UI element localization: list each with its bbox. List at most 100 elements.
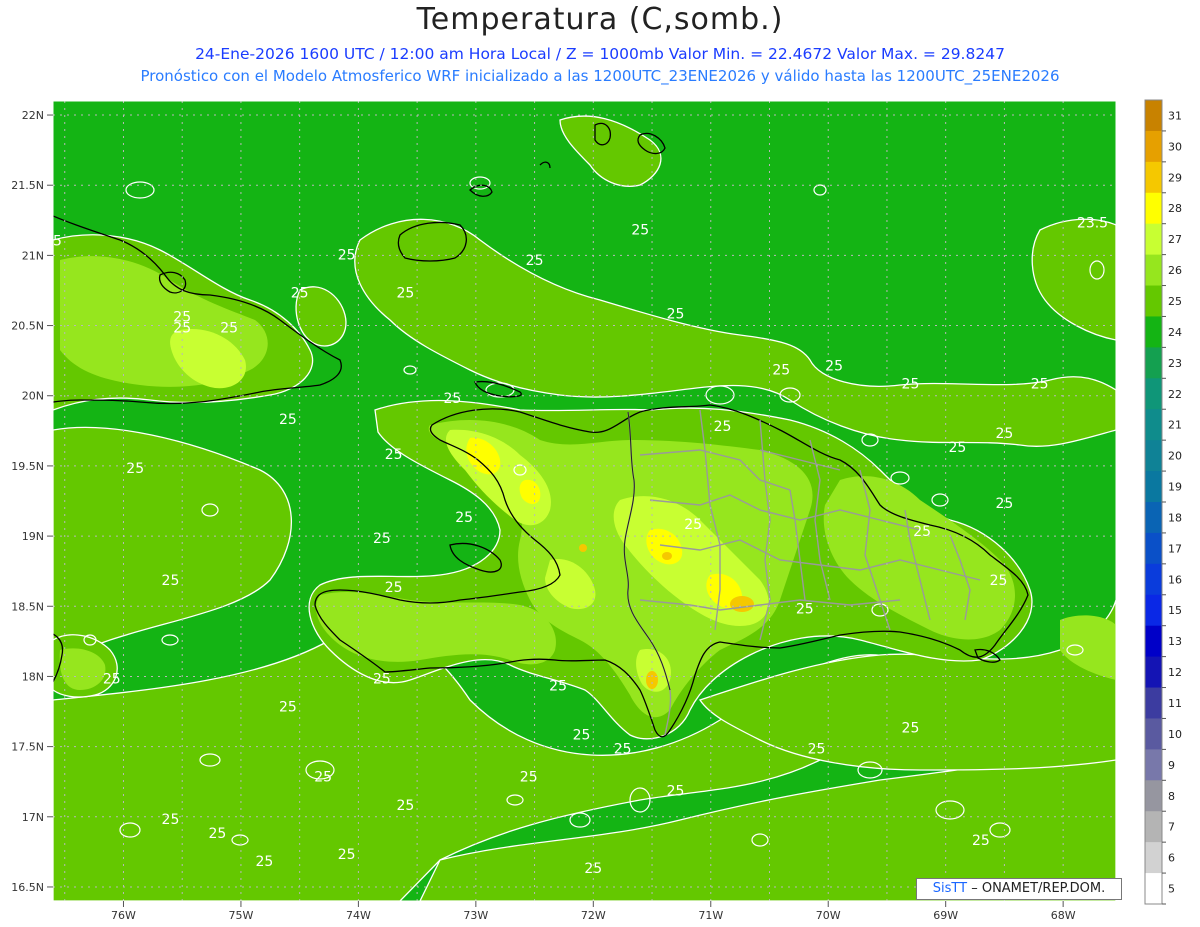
- contour-label: 25: [338, 248, 356, 264]
- contour-label: 25: [443, 391, 461, 407]
- lon-tick-label: 75W: [228, 909, 253, 922]
- credit-org: – ONAMET/REP.DOM.: [971, 881, 1106, 896]
- lon-tick-label: 70W: [816, 909, 841, 922]
- colorbar-swatch: [1145, 316, 1162, 348]
- colorbar-swatch: [1145, 749, 1162, 781]
- lat-tick-label: 18.5N: [11, 600, 44, 613]
- colorbar-label: 15: [1168, 604, 1182, 617]
- colorbar-label: 6: [1168, 852, 1175, 865]
- colorbar-swatch: [1145, 656, 1162, 689]
- colorbar-swatch: [1145, 780, 1162, 812]
- colorbar-swatch: [1145, 842, 1162, 874]
- lon-tick-label: 73W: [463, 909, 488, 922]
- colorbar-label: 27: [1168, 233, 1182, 246]
- contour-label: 25: [385, 580, 403, 596]
- colorbar-swatch: [1145, 347, 1162, 379]
- colorbar-swatch: [1145, 563, 1162, 596]
- colorbar-swatch: [1145, 594, 1162, 627]
- contour-label: 25: [631, 222, 649, 238]
- longitude-axis: 76W 75W 74W 73W 72W 71W 70W 69W 68W: [111, 901, 1076, 922]
- contour-label: 25: [173, 321, 191, 337]
- contour-label: 25: [373, 531, 391, 547]
- contour-label: 25: [396, 798, 414, 814]
- contour-label: 25: [1031, 377, 1049, 393]
- colorbar-label: 21: [1168, 419, 1182, 432]
- contour-label: 25: [396, 285, 414, 301]
- colorbar-label: 30: [1168, 140, 1182, 153]
- contour-label: 25: [103, 671, 121, 687]
- contour-label: 25: [667, 784, 685, 800]
- model-info-line: Pronóstico con el Modelo Atmosferico WRF…: [140, 67, 1060, 85]
- contour-label: 25: [373, 671, 391, 687]
- colorbar-label: 16: [1168, 573, 1182, 586]
- colorbar-label: 17: [1168, 542, 1182, 555]
- colorbar-label: 26: [1168, 264, 1182, 277]
- contour-label: 25: [772, 363, 790, 379]
- colorbar-label: 22: [1168, 388, 1182, 401]
- colorbar-swatch: [1145, 161, 1162, 194]
- contour-label: 25: [808, 742, 826, 758]
- contour-label: 25: [162, 812, 180, 828]
- contour-label: 25: [220, 321, 238, 337]
- contour-label: 25: [573, 728, 591, 744]
- contour-label: 25: [526, 253, 544, 269]
- temperature-map: 25 25 25 25 25 25 25 25 25 25 25 25 25 25 25 25 25 25 25 25…: [11, 99, 1182, 922]
- lat-tick-label: 21N: [22, 249, 44, 262]
- colorbar-swatch: [1145, 223, 1162, 256]
- colorbar-swatch: [1145, 409, 1162, 441]
- colorbar-swatch: [1145, 471, 1162, 503]
- sistt-logo: SisTT: [932, 881, 968, 896]
- contour-label: 25: [455, 510, 473, 526]
- colorbar-label: 10: [1168, 728, 1182, 741]
- contour-label: 25: [520, 770, 538, 786]
- colorbar-swatch: [1145, 192, 1162, 225]
- colorbar-swatch: [1145, 440, 1162, 472]
- colorbar-label: 23: [1168, 357, 1182, 370]
- lon-tick-label: 72W: [581, 909, 606, 922]
- lat-tick-label: 19.5N: [11, 460, 44, 473]
- lon-tick-label: 74W: [346, 909, 371, 922]
- colorbar-label: 18: [1168, 511, 1182, 524]
- colorbar-label: 9: [1168, 759, 1175, 772]
- colorbar-swatch: [1145, 254, 1162, 287]
- contour-label: 23.5: [1077, 215, 1108, 231]
- colorbar-swatch: [1145, 285, 1162, 317]
- temperature-colorbar: 31 30 29 28 27 26 25 24 23 22 21 20 19 18 17 16 15 13 12 11…: [1144, 99, 1182, 905]
- latitude-axis: 22N 21.5N 21N 20.5N 20N 19.5N 19N 18.5N 18N 17.5N…: [11, 109, 53, 894]
- contour-label: 25: [913, 524, 931, 540]
- colorbar-label: 20: [1168, 450, 1182, 463]
- lon-tick-label: 68W: [1051, 909, 1076, 922]
- credit-box: SisTT – ONAMET/REP.DOM.: [916, 878, 1122, 900]
- colorbar-swatch: [1145, 532, 1162, 565]
- contour-label: 25: [256, 854, 274, 870]
- colorbar-label: 24: [1168, 326, 1182, 339]
- colorbar-label: 11: [1168, 697, 1182, 710]
- contour-label: 25: [667, 307, 685, 323]
- contour-label: 25: [949, 440, 967, 456]
- colorbar-label: 25: [1168, 295, 1182, 308]
- colorbar-label: 29: [1168, 171, 1182, 184]
- contour-label: 25: [825, 358, 843, 374]
- contour-label: 25: [996, 496, 1014, 512]
- lon-tick-label: 71W: [698, 909, 723, 922]
- contour-label: 25: [990, 573, 1008, 589]
- colorbar-label: 28: [1168, 202, 1182, 215]
- colorbar-label: 7: [1168, 821, 1175, 834]
- lat-tick-label: 17N: [22, 811, 44, 824]
- colorbar-label: 5: [1168, 883, 1175, 896]
- colorbar-label: 8: [1168, 790, 1175, 803]
- contour-label: 25: [796, 601, 814, 617]
- contour-label: 25: [902, 377, 920, 393]
- contour-label: 25: [385, 447, 403, 463]
- lat-tick-label: 19N: [22, 530, 44, 543]
- lat-tick-label: 20N: [22, 390, 44, 403]
- contour-label: 25: [162, 573, 180, 589]
- contour-label: 25: [996, 426, 1014, 442]
- contour-label: 25: [338, 847, 356, 863]
- colorbar-swatch: [1145, 811, 1162, 843]
- colorbar-swatch: [1145, 130, 1162, 163]
- contour-label: 25: [684, 517, 702, 533]
- colorbar-label: 19: [1168, 481, 1182, 494]
- colorbar-swatch: [1145, 502, 1162, 534]
- contour-label: 25: [584, 861, 602, 877]
